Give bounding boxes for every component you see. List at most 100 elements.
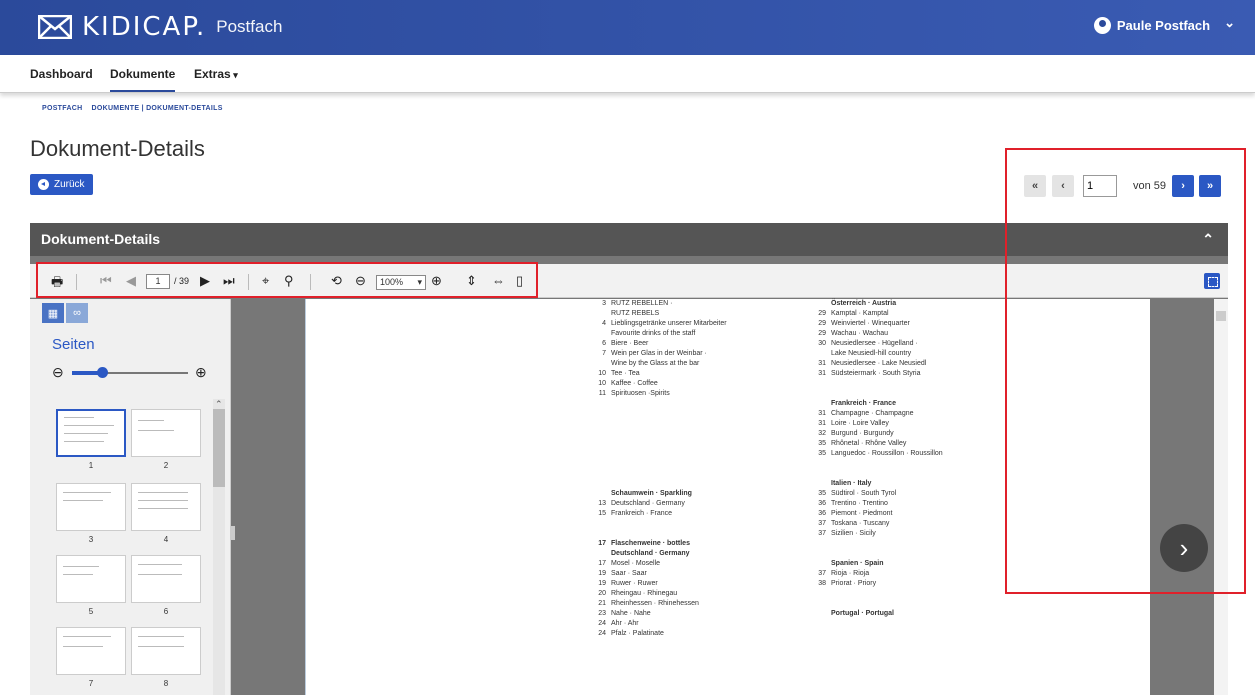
thumbnail-label: 5 [88,607,94,616]
chevron-down-icon: ⌄ [1224,14,1235,30]
toc-entry: 30 Neusiedlersee · Hügelland · [811,339,943,349]
toc-entry: Österreich · Austria [811,299,943,309]
breadcrumb-separator: | [141,105,144,112]
toc-page-number: 20 [598,590,606,597]
toc-title: Toskana · Tuscany [831,520,890,527]
thumbnail-size-slider[interactable]: ⊖ ⊕ [52,364,208,381]
toc-page-number: 31 [818,360,826,367]
toc-entry: 10 Kaffee · Coffee [591,379,727,389]
toc-entry: 29 Kamptal · Kamptal [811,309,943,319]
thumbnail-page[interactable] [56,555,126,603]
toc-entry: 23 Nahe · Nahe [591,609,727,619]
toc-entry: 35 Languedoc · Roussillon · Roussillon [811,449,943,459]
toc-entry [591,419,727,429]
toc-title: RUTZ REBELS [611,310,660,317]
main-nav: Dashboard Dokumente Extras ▾ [0,55,1255,93]
sidebar-collapse-handle[interactable] [231,526,235,540]
toc-title: Spirituosen ·Spirits [611,390,670,397]
toc-entry [811,469,943,479]
toc-entry: 11 Spirituosen ·Spirits [591,389,727,399]
toc-title: Burgund · Burgundy [831,430,894,437]
toc-entry: 31 Südsteiermark · South Styria [811,369,943,379]
nav-dashboard[interactable]: Dashboard [30,67,93,81]
toc-title [831,600,833,607]
toc-page-number: 10 [598,370,606,377]
zoom-out-icon[interactable]: ⊖ [52,364,64,381]
toc-title [611,530,613,537]
user-menu[interactable]: Paule Postfach ⌄ [1093,14,1235,34]
toc-entry: Spanien · Spain [811,559,943,569]
thumbnail-page[interactable] [56,483,126,531]
toc-page-number: 17 [598,540,606,547]
toc-title: Favourite drinks of the staff [611,330,696,337]
toc-entry: 29 Weinviertel · Winequarter [811,319,943,329]
thumbnails-tab-icon[interactable]: ▦ [42,303,64,323]
toc-entry [591,469,727,479]
toc-page-number: 4 [602,320,606,327]
toc-title: Südtirol · South Tyrol [831,490,897,497]
breadcrumb: POSTFACH DOKUMENTE | DOKUMENT-DETAILS [42,105,223,112]
breadcrumb-dokumente[interactable]: DOKUMENTE [92,105,140,112]
thumbnail-label: 2 [163,461,169,470]
thumbnail-page[interactable] [131,409,201,457]
toc-title: Tee · Tea [611,370,640,377]
toc-title: Champagne · Champagne [831,410,914,417]
product-name: Postfach [216,17,283,36]
toc-entry [591,429,727,439]
toc-entry: 24 Ahr · Ahr [591,619,727,629]
thumbnail-page[interactable] [56,627,126,675]
brand-name: KIDICAP. [82,12,207,42]
toc-title: Languedoc · Roussillon · Roussillon [831,450,943,457]
toc-entry: 24 Pfalz · Palatinate [591,629,727,639]
toc-entry: 19 Saar · Saar [591,569,727,579]
toc-page-number: 23 [598,610,606,617]
scrollbar-thumb[interactable] [213,409,225,487]
thumbnail-page[interactable] [131,555,201,603]
envelope-icon [38,15,72,39]
thumbnail-page[interactable] [131,483,201,531]
toc-entry: 31 Neusiedlersee · Lake Neusiedl [811,359,943,369]
toc-title: Priorat · Priory [831,580,877,587]
thumbnail-page[interactable] [131,627,201,675]
nav-dokumente[interactable]: Dokumente [110,67,176,92]
toc-entry [591,449,727,459]
toc-page-number: 19 [598,570,606,577]
toc-title [611,480,613,487]
thumbnail-page[interactable] [56,409,126,457]
toc-title: Rhônetal · Rhône Valley [831,440,907,447]
thumbnail-label: 4 [163,535,169,544]
nav-extras[interactable]: Extras ▾ [194,67,238,81]
slider-handle[interactable] [97,367,108,378]
toc-entry: 35 Rhônetal · Rhône Valley [811,439,943,449]
toc-page-number: 10 [598,380,606,387]
toc-page-number: 24 [598,630,606,637]
toc-entry [591,439,727,449]
toc-entry: Portugal · Portugal [811,609,943,619]
toc-entry: Deutschland · Germany [591,549,727,559]
toc-entry: 6 Biere · Beer [591,339,727,349]
toc-page-number: 36 [818,510,826,517]
toc-entry: 10 Tee · Tea [591,369,727,379]
bookmarks-tab-icon[interactable]: ∞ [66,303,88,323]
toc-title [611,470,613,477]
thumbnail-sidebar: ▦ ∞ Seiten ⊖ ⊕ 1 2 3 4 5 6 7 8 ⌃ [30,299,231,695]
breadcrumb-current: DOKUMENT-DETAILS [146,105,223,112]
toc-entry: 35 Südtirol · South Tyrol [811,489,943,499]
toc-page-number: 36 [818,500,826,507]
toc-page-number: 31 [818,370,826,377]
logo[interactable]: KIDICAP. Postfach [38,12,282,42]
breadcrumb-postfach[interactable]: POSTFACH [42,105,83,112]
toc-title [611,460,613,467]
back-button-label: Zurück [54,179,85,190]
toc-title: Mosel · Moselle [611,560,661,567]
zoom-in-icon[interactable]: ⊕ [195,364,207,381]
toc-entry: 17 Mosel · Moselle [591,559,727,569]
back-button[interactable]: Zurück [30,174,93,195]
toc-entry: 31 Loire · Loire Valley [811,419,943,429]
toc-entry: Wine by the Glass at the bar [591,359,727,369]
toc-title: Lake Neusiedl-hill country [831,350,912,357]
toc-entry: 17 Flaschenweine · bottles [591,539,727,549]
toc-entry: Italien · Italy [811,479,943,489]
thumbnail-scrollbar[interactable]: ⌃ [213,399,225,695]
pager-highlight [1005,148,1246,594]
